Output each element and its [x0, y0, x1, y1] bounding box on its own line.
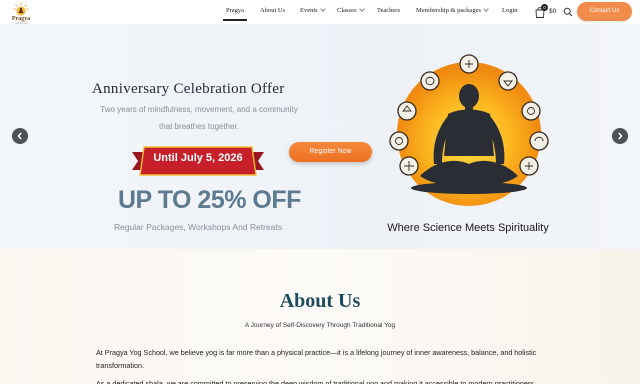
nav-item-label: Pragya: [226, 7, 245, 14]
chevron-left-icon: [17, 132, 22, 140]
hero-subtitle-line2: that breathes together.: [158, 122, 240, 131]
contact-us-button[interactable]: Contact Us: [577, 2, 632, 21]
meditation-illustration: [389, 54, 549, 206]
hero-caption: Where Science Meets Spirituality: [387, 222, 549, 234]
cart-total[interactable]: $0: [549, 8, 556, 15]
about-paragraph-line: transformation.: [96, 361, 144, 370]
about-heading: About Us: [279, 290, 361, 312]
nav-item-membership[interactable]: Membership & packages: [416, 6, 489, 19]
nav-item-label: Classes: [337, 7, 357, 14]
nav-item-login[interactable]: Login: [502, 7, 518, 19]
nav-item-about-us[interactable]: About Us: [260, 7, 285, 19]
logo[interactable]: Pragya Yog School: [8, 1, 34, 27]
chevron-right-icon: [618, 132, 623, 140]
about-subheading: A Journey of Self-Discovery Through Trad…: [244, 322, 396, 329]
nav-item-label: Events: [300, 7, 318, 14]
discount-description: Regular Packages, Workshops And Retreats: [113, 222, 283, 232]
top-nav: Pragya Yog School Pragya About Us Events…: [0, 0, 640, 27]
nav-item-label: Teachers: [377, 7, 401, 14]
cart-count-badge: 0: [541, 4, 548, 11]
slider-prev-button[interactable]: [12, 128, 28, 144]
nav-item-events[interactable]: Events: [300, 6, 326, 19]
chevron-down-icon: [358, 6, 365, 12]
nav-item-label: Login: [502, 7, 518, 14]
nav-item-teachers[interactable]: Teachers: [377, 7, 400, 19]
search-icon[interactable]: [563, 7, 573, 17]
chevron-down-icon: [483, 6, 489, 12]
register-now-button[interactable]: Register Now: [289, 142, 372, 162]
discount-headline: UP TO 25% OFF: [118, 186, 301, 214]
offer-deadline: Until July 5, 2026: [153, 152, 243, 164]
hero-slider: Anniversary Celebration Offer Two years …: [0, 24, 640, 249]
nav-item-label: About Us: [260, 7, 286, 14]
sun-logo-icon: [13, 2, 29, 16]
nav-item-pragya[interactable]: Pragya: [222, 7, 248, 21]
about-paragraph-line: At Pragya Yog School, we believe yog is …: [96, 348, 537, 357]
chevron-down-icon: [319, 6, 326, 12]
hero-subtitle-line1: Two years of mindfulness, movement, and …: [100, 105, 298, 114]
about-paragraph-2: As a dedicated shala, we are committed t…: [96, 379, 534, 384]
slider-next-button[interactable]: [612, 128, 628, 144]
hero-title: Anniversary Celebration Offer: [92, 81, 285, 97]
nav-item-classes[interactable]: Classes: [337, 6, 365, 19]
nav-item-label: Membership & packages: [416, 7, 481, 14]
logo-tagline: Yog School: [14, 22, 28, 25]
